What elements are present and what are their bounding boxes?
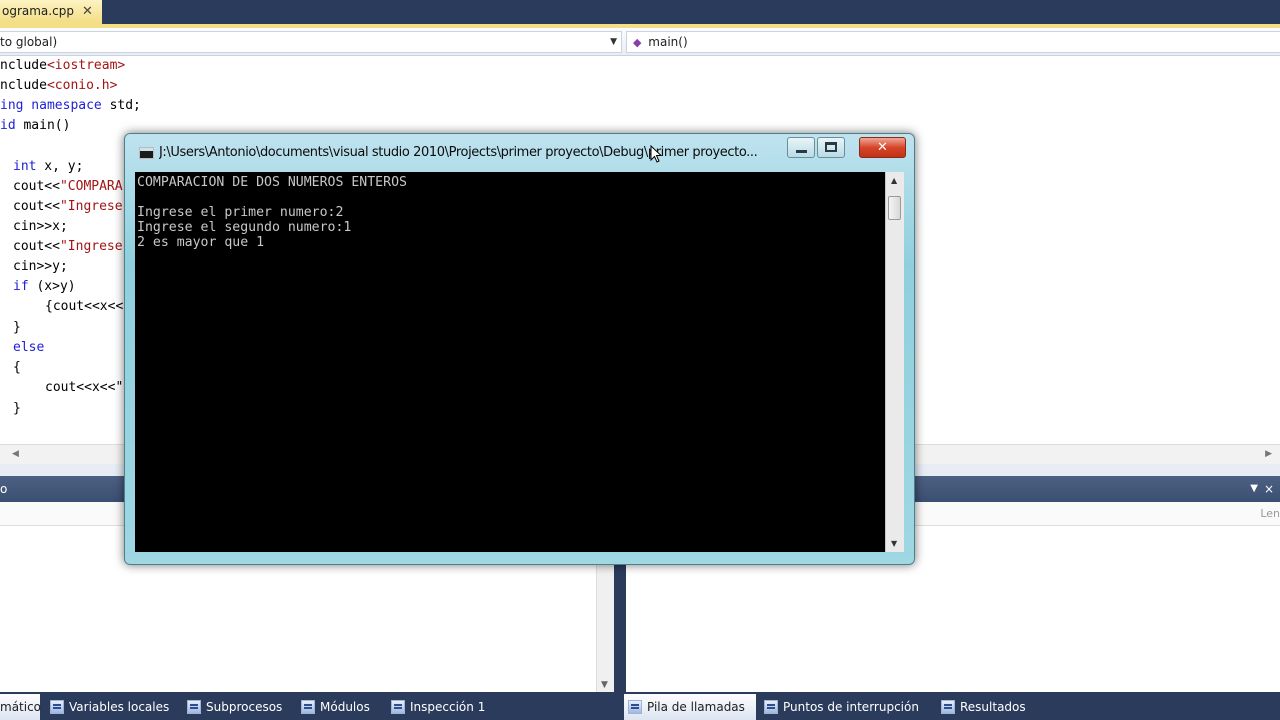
scope-dropdown-value: to global) (0, 35, 58, 49)
column-header-language[interactable]: Len (1260, 502, 1280, 526)
scroll-right-icon[interactable]: ▶ (1265, 449, 1272, 459)
close-icon[interactable]: ✕ (82, 4, 93, 19)
tab-output[interactable]: Resultados (941, 694, 1026, 720)
tab-call-stack[interactable]: Pila de llamadas (624, 694, 756, 720)
console-line: 2 es mayor que 1 (137, 235, 265, 250)
minimize-icon (796, 150, 807, 153)
tab-breakpoints[interactable]: Puntos de interrupción (764, 694, 919, 720)
chevron-down-icon[interactable]: ▼ (610, 32, 617, 52)
scroll-left-icon[interactable]: ◀ (12, 449, 19, 459)
chevron-down-icon[interactable]: ▼ (1250, 476, 1258, 502)
code-line: cout<<x<<" (45, 380, 124, 395)
console-line: Ingrese el primer numero:2 (137, 205, 344, 220)
scrollbar-thumb[interactable] (888, 196, 901, 220)
tool-window-tabs: mático Variables locales Subprocesos Mód… (0, 694, 1280, 720)
code-line: nclude<conio.h> (0, 78, 118, 93)
output-icon (941, 700, 955, 714)
code-line: cout<<"Ingrese (13, 199, 123, 214)
scroll-down-icon[interactable]: ▼ (601, 680, 608, 690)
call-stack-icon (628, 700, 642, 714)
console-line: COMPARACION DE DOS NUMEROS ENTEROS (137, 175, 407, 190)
console-window[interactable]: J:\Users\Antonio\documents\visual studio… (124, 133, 915, 565)
code-line: nclude<iostream> (0, 58, 126, 73)
document-tab-label: ograma.cpp (2, 4, 74, 18)
maximize-icon (825, 142, 837, 152)
code-line: if (x>y) (13, 279, 76, 294)
scope-dropdown[interactable]: to global) ▼ (0, 31, 622, 53)
console-vertical-scrollbar[interactable]: ▲ ▼ (885, 172, 904, 552)
variables-icon (50, 700, 64, 714)
code-line: cout<<"COMPARA (13, 179, 123, 194)
code-line: cout<<"Ingrese (13, 239, 123, 254)
code-line: { (13, 360, 21, 375)
minimize-button[interactable] (787, 137, 815, 158)
code-line: ing namespace std; (0, 98, 141, 113)
navigation-bar: to global) ▼ ◆ main() (0, 28, 1280, 56)
tab-automatic[interactable]: mático (0, 694, 41, 720)
maximize-button[interactable] (817, 137, 845, 158)
close-icon: ✕ (877, 140, 888, 155)
code-line: } (13, 401, 21, 416)
document-tab-bar: ograma.cpp ✕ (0, 0, 1280, 24)
watch-icon (391, 700, 405, 714)
code-line: {cout<<x<< (45, 299, 124, 314)
code-line: else (13, 340, 45, 355)
document-tab-programa[interactable]: ograma.cpp ✕ (0, 0, 102, 24)
code-line: } (13, 320, 21, 335)
function-icon: ◆ (633, 36, 642, 49)
code-line: int x, y; (13, 159, 84, 174)
code-line: cin>>x; (13, 219, 68, 234)
close-icon[interactable]: × (1264, 476, 1274, 502)
member-dropdown-value: main() (648, 35, 688, 49)
tab-threads[interactable]: Subprocesos (187, 694, 282, 720)
code-line: id main() (0, 118, 71, 133)
scroll-up-icon[interactable]: ▲ (891, 176, 897, 185)
scroll-down-icon[interactable]: ▼ (891, 539, 897, 548)
console-line: Ingrese el segundo numero:1 (137, 220, 352, 235)
console-output[interactable]: COMPARACION DE DOS NUMEROS ENTEROS Ingre… (135, 172, 885, 552)
member-dropdown[interactable]: ◆ main() (626, 31, 1280, 53)
breakpoints-icon (764, 700, 778, 714)
threads-icon (187, 700, 201, 714)
tab-modules[interactable]: Módulos (301, 694, 370, 720)
tab-local-variables[interactable]: Variables locales (50, 694, 169, 720)
desktop: ograma.cpp ✕ to global) ▼ ◆ main() nclud… (0, 0, 1280, 720)
modules-icon (301, 700, 315, 714)
close-button[interactable]: ✕ (859, 137, 906, 158)
tab-watch-1[interactable]: Inspección 1 (391, 694, 485, 720)
code-line: cin>>y; (13, 259, 68, 274)
console-app-icon[interactable] (139, 147, 154, 159)
console-window-title: J:\Users\Antonio\documents\visual studio… (159, 145, 758, 160)
mouse-pointer-icon (650, 145, 662, 163)
